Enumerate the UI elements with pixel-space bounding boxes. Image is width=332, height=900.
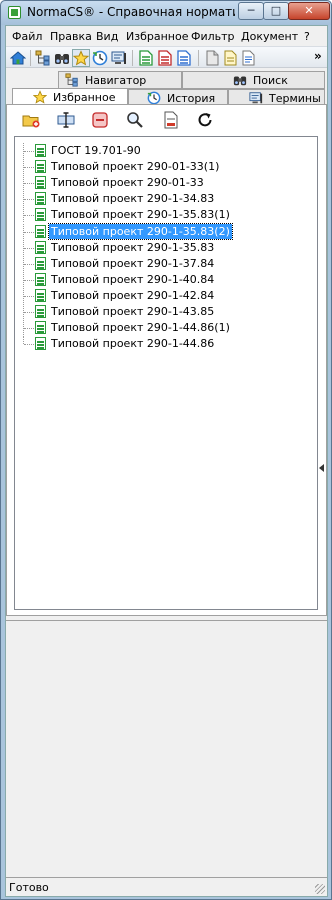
tree-item-label: Типовой проект 290-01-33(1)	[51, 160, 220, 174]
refresh-icon[interactable]	[196, 111, 214, 129]
tree-item-label: ГОСТ 19.701-90	[51, 144, 141, 157]
tree-item[interactable]: Типовой проект 290-01-33	[15, 175, 315, 191]
search-icon[interactable]	[126, 111, 144, 129]
doc-green-icon[interactable]	[138, 50, 154, 66]
tree-item-label: Типовой проект 290-1-44.86	[51, 337, 215, 351]
star-icon[interactable]	[72, 49, 90, 67]
tree-item[interactable]: Типовой проект 290-1-34.83	[15, 191, 315, 207]
menu-file[interactable]: Файл	[12, 30, 42, 43]
document-icon	[35, 160, 46, 174]
document-icon	[35, 272, 46, 286]
add-folder-icon[interactable]	[22, 111, 40, 129]
terms-icon[interactable]	[111, 50, 127, 66]
document-icon	[35, 321, 46, 335]
tree-icon	[65, 73, 78, 87]
binoculars-icon[interactable]	[54, 50, 70, 66]
minimize-button[interactable]: ─	[238, 2, 264, 20]
status-text: Готово	[9, 881, 49, 894]
tab-search[interactable]: Поиск	[182, 71, 325, 89]
tab-navigator-label: Навигатор	[85, 74, 147, 87]
home-icon[interactable]	[10, 50, 26, 66]
menu-view[interactable]: Вид	[96, 30, 118, 43]
app-icon	[8, 6, 21, 19]
tree-item[interactable]: Типовой проект 290-1-43.85	[15, 304, 315, 319]
favorites-panel: ГОСТ 19.701-90 Типовой проект 290-01-33(1…	[6, 104, 327, 616]
tree-item-label: Типовой проект 290-1-44.86(1)	[51, 321, 230, 335]
tab-navigator[interactable]: Навигатор	[58, 71, 182, 89]
menu-edit[interactable]: Правка	[50, 30, 92, 43]
tree-item[interactable]: Типовой проект 290-1-37.84	[15, 255, 315, 271]
tree-item-label: Типовой проект 290-1-40.84	[51, 272, 215, 286]
export-icon[interactable]	[162, 111, 180, 129]
document-icon	[35, 256, 46, 270]
menu-help[interactable]: ?	[304, 30, 310, 43]
document-icon	[35, 337, 46, 351]
title-bar[interactable]: NormaCS® - Справочная нормативная с... ─…	[1, 1, 331, 25]
history-icon[interactable]	[92, 50, 108, 66]
doc-blue-icon[interactable]	[176, 50, 192, 66]
document-info-pane	[6, 620, 327, 878]
resize-grip[interactable]	[315, 884, 325, 894]
document-icon	[35, 208, 46, 222]
tree-item-label: Типовой проект 290-1-35.83	[51, 240, 215, 254]
tree-item-label: Типовой проект 290-1-35.83(1)	[51, 208, 230, 222]
tree-item[interactable]: Типовой проект 290-1-35.83(1)	[15, 207, 315, 223]
menu-filter[interactable]: Фильтр	[191, 30, 235, 43]
binoculars-icon	[233, 76, 247, 86]
remove-icon[interactable]	[91, 111, 109, 129]
doc-yellow-icon[interactable]	[222, 50, 238, 66]
document-icon	[35, 240, 46, 254]
tree-item[interactable]: ГОСТ 19.701-90	[15, 143, 315, 158]
menu-bar: Файл Правка Вид Избранное Фильтр Докумен…	[6, 27, 327, 46]
main-toolbar: »	[6, 46, 327, 68]
favorites-tree[interactable]: ГОСТ 19.701-90 Типовой проект 290-01-33(1…	[14, 136, 318, 610]
tree-item-label: Типовой проект 290-1-34.83	[51, 192, 215, 206]
star-icon	[33, 90, 47, 104]
tree-item-label: Типовой проект 290-1-42.84	[51, 288, 215, 302]
tree-icon[interactable]	[35, 50, 51, 66]
close-button[interactable]: ✕	[288, 2, 330, 20]
app-window: NormaCS® - Справочная нормативная с... ─…	[0, 0, 332, 900]
tab-favorites-label: Избранное	[53, 91, 116, 104]
menu-document[interactable]: Документ	[241, 30, 298, 43]
rename-icon[interactable]	[57, 111, 75, 129]
tree-item[interactable]: Типовой проект 290-1-44.86(1)	[15, 320, 315, 336]
tree-item[interactable]: Типовой проект 290-1-42.84	[15, 287, 315, 303]
tree-item[interactable]: Типовой проект 290-1-44.86	[15, 336, 315, 351]
document-icon	[35, 224, 46, 238]
document-icon	[35, 192, 46, 206]
tree-item[interactable]: Типовой проект 290-01-33(1)	[15, 159, 315, 175]
toolbar-overflow-button[interactable]: »	[314, 49, 322, 63]
tree-item[interactable]: Типовой проект 290-1-40.84	[15, 271, 315, 287]
tree-item-label: Типовой проект 290-1-35.83(2)	[48, 222, 233, 240]
client-area: Файл Правка Вид Избранное Фильтр Докумен…	[5, 25, 328, 897]
document-icon	[35, 305, 46, 318]
document-icon	[35, 144, 46, 157]
tree-item-label: Типовой проект 290-1-43.85	[51, 305, 215, 318]
doc-notes-icon[interactable]	[240, 50, 256, 66]
collapse-arrow-icon[interactable]	[319, 464, 324, 472]
tabs-area: Навигатор Поиск Избранное История Термин…	[6, 69, 327, 107]
status-bar: Готово	[6, 877, 327, 896]
tab-search-label: Поиск	[253, 74, 288, 87]
terms-icon	[249, 92, 263, 104]
window-title: NormaCS® - Справочная нормативная с...	[27, 5, 235, 19]
history-icon	[147, 91, 161, 105]
tree-item-label: Типовой проект 290-1-37.84	[51, 256, 215, 270]
document-icon	[35, 288, 46, 302]
menu-favorites[interactable]: Избранное	[126, 30, 188, 43]
tree-item[interactable]: Типовой проект 290-1-35.83(2)	[15, 222, 315, 240]
doc-gray-icon[interactable]	[204, 50, 220, 66]
maximize-button[interactable]: □	[263, 2, 289, 20]
tree-item[interactable]: Типовой проект 290-1-35.83	[15, 239, 315, 255]
doc-red-icon[interactable]	[157, 50, 173, 66]
tree-item-label: Типовой проект 290-01-33	[51, 176, 204, 190]
document-icon	[35, 176, 46, 190]
